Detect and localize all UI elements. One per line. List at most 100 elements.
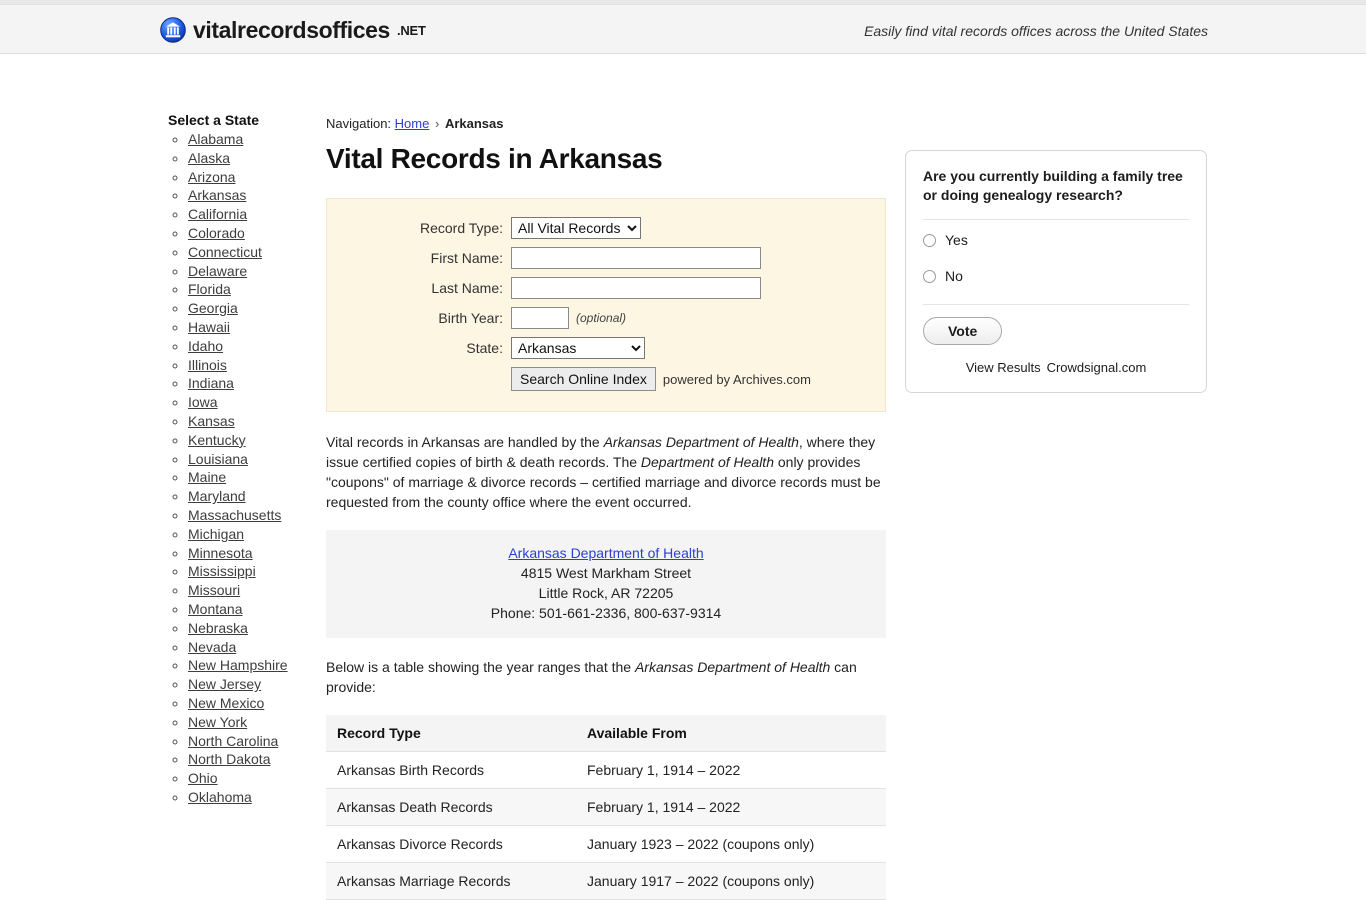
state-list: Alabama Alaska Arizona Arkansas California Co… — [160, 130, 310, 807]
state-list-item: New York — [188, 713, 310, 732]
state-link-idaho[interactable]: Idaho — [188, 338, 223, 354]
state-link-kansas[interactable]: Kansas — [188, 413, 235, 429]
view-results-link[interactable]: View Results — [966, 360, 1041, 375]
cell-available-from: February 1, 1914 – 2022 — [576, 788, 886, 826]
radio-icon[interactable] — [923, 269, 936, 283]
state-link-florida[interactable]: Florida — [188, 281, 231, 297]
state-select[interactable]: Arkansas — [511, 337, 645, 359]
state-list-item: New Jersey — [188, 675, 310, 694]
site-header: vitalrecordsoffices .NET Easily find vit… — [0, 5, 1366, 54]
state-link-massachusetts[interactable]: Massachusetts — [188, 507, 281, 523]
state-link-colorado[interactable]: Colorado — [188, 225, 245, 241]
state-list-item: Nevada — [188, 638, 310, 657]
state-list-item: Kentucky — [188, 431, 310, 450]
poll-divider-top — [923, 219, 1189, 220]
state-list-item: North Carolina — [188, 732, 310, 751]
state-list-item: North Dakota — [188, 750, 310, 769]
form-row-last-name: Last Name: — [327, 277, 885, 299]
state-link-maryland[interactable]: Maryland — [188, 488, 246, 504]
state-sidebar: Select a State Alabama Alaska Arizona Arkan… — [160, 54, 310, 807]
powered-by-label: powered by Archives.com — [662, 371, 811, 387]
state-label: State: — [466, 340, 503, 356]
record-type-select[interactable]: All Vital Records — [511, 217, 641, 239]
breadcrumb: Navigation: Home › Arkansas — [326, 116, 886, 131]
state-link-alabama[interactable]: Alabama — [188, 131, 243, 147]
state-link-north-dakota[interactable]: North Dakota — [188, 751, 270, 767]
state-link-nevada[interactable]: Nevada — [188, 639, 236, 655]
state-link-georgia[interactable]: Georgia — [188, 300, 238, 316]
state-list-item: Illinois — [188, 356, 310, 375]
table-intro-part-1: Below is a table showing the year ranges… — [326, 659, 635, 675]
state-link-illinois[interactable]: Illinois — [188, 357, 227, 373]
poll-option-yes[interactable]: Yes — [923, 232, 1189, 248]
birth-year-optional-note: (optional) — [576, 311, 627, 325]
table-row: Arkansas Death Records February 1, 1914 –… — [326, 788, 886, 826]
state-list-item: Massachusetts — [188, 506, 310, 525]
state-link-indiana[interactable]: Indiana — [188, 375, 234, 391]
site-logo-link[interactable]: vitalrecordsoffices .NET — [160, 17, 426, 43]
state-link-new-hampshire[interactable]: New Hampshire — [188, 657, 288, 673]
state-list-item: Mississippi — [188, 562, 310, 581]
table-body: Arkansas Birth Records February 1, 1914 –… — [326, 751, 886, 900]
state-link-hawaii[interactable]: Hawaii — [188, 319, 230, 335]
state-link-alaska[interactable]: Alaska — [188, 150, 230, 166]
birth-year-input[interactable] — [511, 307, 569, 329]
site-tagline: Easily find vital records offices across… — [864, 23, 1208, 39]
poll-option-no[interactable]: No — [923, 268, 1189, 284]
record-type-label: Record Type: — [419, 220, 503, 236]
first-name-label: First Name: — [430, 250, 503, 266]
breadcrumb-home-link[interactable]: Home — [395, 116, 430, 131]
state-link-nebraska[interactable]: Nebraska — [188, 620, 248, 636]
sidebar-heading: Select a State — [168, 112, 260, 128]
cell-record-type: Arkansas Birth Records — [326, 751, 576, 789]
agency-address-block: Arkansas Department of Health 4815 West … — [326, 530, 886, 638]
state-link-louisiana[interactable]: Louisiana — [188, 451, 248, 467]
search-online-index-button[interactable]: Search Online Index — [511, 367, 656, 391]
state-list-item: Michigan — [188, 525, 310, 544]
poll-option-label: Yes — [945, 232, 968, 248]
state-link-montana[interactable]: Montana — [188, 601, 242, 617]
form-row-birth-year: Birth Year: (optional) — [327, 307, 885, 329]
cell-record-type: Arkansas Death Records — [326, 788, 576, 826]
state-link-oklahoma[interactable]: Oklahoma — [188, 789, 252, 805]
form-row-first-name: First Name: — [327, 247, 885, 269]
state-link-california[interactable]: California — [188, 206, 247, 222]
agency-website-link[interactable]: Arkansas Department of Health — [508, 545, 703, 561]
last-name-input[interactable] — [511, 277, 761, 299]
table-intro-emphasis: Arkansas Department of Health — [634, 659, 831, 675]
state-link-iowa[interactable]: Iowa — [188, 394, 218, 410]
first-name-input[interactable] — [511, 247, 761, 269]
intro-emphasis-1: Arkansas Department of Health — [603, 434, 799, 450]
state-link-arkansas[interactable]: Arkansas — [188, 187, 246, 203]
radio-icon[interactable] — [923, 233, 936, 247]
state-list-item: Maine — [188, 468, 310, 487]
state-link-north-carolina[interactable]: North Carolina — [188, 733, 278, 749]
state-link-missouri[interactable]: Missouri — [188, 582, 240, 598]
form-row-submit: Search Online Index powered by Archives.… — [327, 367, 885, 391]
state-link-new-jersey[interactable]: New Jersey — [188, 676, 261, 692]
state-link-ohio[interactable]: Ohio — [188, 770, 218, 786]
state-link-delaware[interactable]: Delaware — [188, 263, 247, 279]
state-link-new-mexico[interactable]: New Mexico — [188, 695, 264, 711]
state-list-item: Indiana — [188, 374, 310, 393]
state-list-item: Kansas — [188, 412, 310, 431]
breadcrumb-current: Arkansas — [444, 116, 504, 131]
state-list-item: Ohio — [188, 769, 310, 788]
vote-button[interactable]: Vote — [923, 317, 1003, 345]
state-link-mississippi[interactable]: Mississippi — [188, 563, 256, 579]
state-link-kentucky[interactable]: Kentucky — [188, 432, 246, 448]
cell-available-from: January 1917 – 2022 (coupons only) — [576, 862, 886, 900]
cell-record-type: Arkansas Marriage Records — [326, 862, 576, 900]
page-body: Select a State Alabama Alaska Arizona Arkan… — [0, 54, 1366, 900]
state-link-michigan[interactable]: Michigan — [188, 526, 244, 542]
form-row-record-type: Record Type: All Vital Records — [327, 217, 885, 239]
state-link-connecticut[interactable]: Connecticut — [188, 244, 262, 260]
agency-street: 4815 West Markham Street — [520, 565, 692, 581]
state-link-maine[interactable]: Maine — [188, 469, 226, 485]
crowdsignal-link[interactable]: Crowdsignal.com — [1047, 360, 1147, 375]
state-link-minnesota[interactable]: Minnesota — [188, 545, 253, 561]
state-link-arizona[interactable]: Arizona — [188, 169, 235, 185]
cell-available-from: January 1923 – 2022 (coupons only) — [576, 825, 886, 863]
poll-footer: View Results Crowdsignal.com — [923, 360, 1189, 375]
state-link-new-york[interactable]: New York — [188, 714, 247, 730]
